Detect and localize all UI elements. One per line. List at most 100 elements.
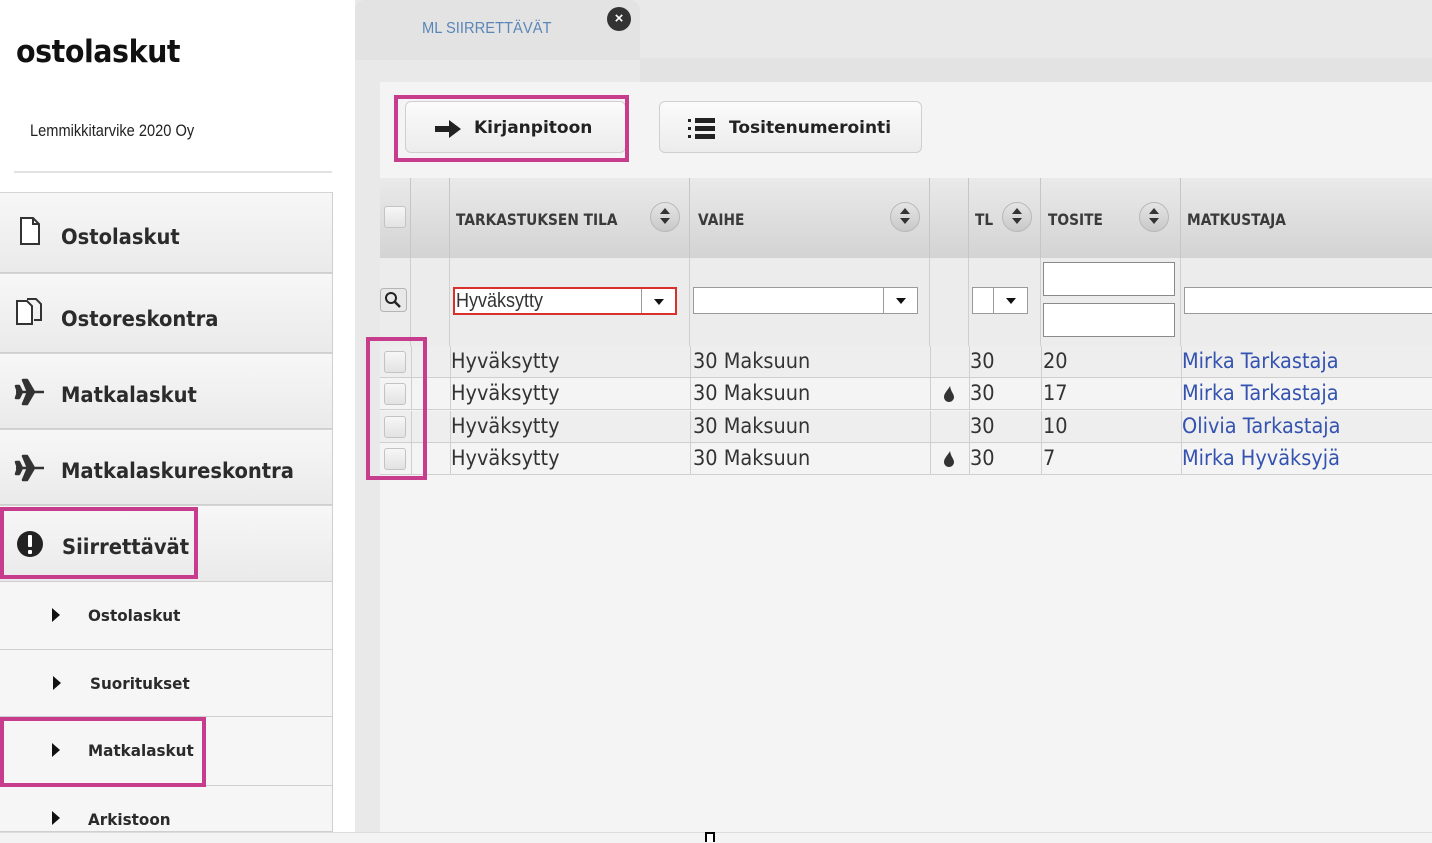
cell-matkustaja[interactable]: Olivia Tarkastaja bbox=[1182, 414, 1340, 438]
drop-icon bbox=[944, 386, 954, 402]
column-label: TARKASTUKSEN TILA bbox=[456, 210, 618, 229]
filter-cell bbox=[1181, 258, 1432, 346]
caret-right-icon bbox=[52, 608, 60, 622]
cell-matkustaja[interactable]: Mirka Tarkastaja bbox=[1182, 349, 1339, 373]
nav-item-matkalaskureskontra[interactable]: Matkalaskureskontra bbox=[0, 429, 333, 505]
cell-divider bbox=[930, 411, 931, 443]
sort-icon[interactable] bbox=[650, 202, 680, 232]
cell-tosite: 20 bbox=[1043, 349, 1068, 373]
column-label: TOSITE bbox=[1048, 210, 1103, 229]
tab-label: ML SIIRRETTÄVÄT bbox=[422, 20, 552, 37]
button-label: Tositenumerointi bbox=[729, 118, 892, 138]
row-checkbox[interactable] bbox=[384, 448, 406, 470]
tositenumerointi-button[interactable]: Tositenumerointi bbox=[659, 101, 922, 153]
vaihe-filter-select[interactable] bbox=[693, 287, 918, 314]
documents-icon bbox=[16, 298, 42, 325]
cell-divider bbox=[1041, 378, 1042, 410]
subnav-label: Arkistoon bbox=[88, 810, 171, 829]
arrow-right-icon bbox=[435, 120, 461, 138]
row-checkbox[interactable] bbox=[384, 351, 406, 373]
column-label: VAIHE bbox=[698, 210, 745, 229]
filter-cell bbox=[1041, 258, 1181, 346]
filter-cell bbox=[380, 258, 411, 346]
cell-divider bbox=[930, 378, 931, 410]
cell-divider bbox=[1041, 346, 1042, 378]
cell-matkustaja[interactable]: Mirka Tarkastaja bbox=[1182, 381, 1339, 405]
table-row[interactable]: Hyväksytty 30 Maksuun 30 10 Olivia Tarkastaj… bbox=[380, 411, 1432, 443]
header-spacer bbox=[930, 178, 969, 258]
cell-vaihe: 30 Maksuun bbox=[693, 446, 811, 470]
cell-divider bbox=[690, 443, 691, 475]
subnav-item-arkistoon[interactable]: Arkistoon bbox=[0, 786, 333, 832]
filter-row: Hyväksytty bbox=[380, 258, 1432, 347]
grid-header: TARKASTUKSEN TILA VAIHE TL TOSITE MATKUS… bbox=[380, 178, 1432, 259]
nav-label: Matkalaskureskontra bbox=[61, 459, 294, 483]
subnav-item-ostolaskut[interactable]: Ostolaskut bbox=[0, 582, 333, 650]
sort-icon[interactable] bbox=[890, 202, 920, 232]
matkustaja-filter-input[interactable] bbox=[1184, 287, 1432, 314]
nav-item-siirrettavat[interactable]: Siirrettävät bbox=[0, 505, 333, 582]
nav-label: Matkalaskut bbox=[61, 383, 197, 407]
cell-divider bbox=[1041, 411, 1042, 443]
cell-tila: Hyväksytty bbox=[451, 446, 560, 470]
tosite-from-input[interactable] bbox=[1043, 262, 1175, 296]
cell-divider bbox=[930, 346, 931, 378]
mouse-cursor bbox=[705, 832, 715, 842]
select-all-cell bbox=[380, 178, 411, 258]
nav-item-matkalaskut[interactable]: Matkalaskut bbox=[0, 353, 333, 429]
nav-item-ostolaskut[interactable]: Ostolaskut bbox=[0, 192, 333, 273]
cell-tila: Hyväksytty bbox=[451, 349, 560, 373]
app-title: ostolaskut bbox=[16, 34, 181, 70]
cell-vaihe: 30 Maksuun bbox=[693, 381, 811, 405]
caret-right-icon bbox=[52, 743, 60, 757]
cell-divider bbox=[411, 443, 412, 475]
column-label: TL bbox=[975, 210, 994, 229]
status-bar bbox=[0, 832, 1432, 843]
sort-icon[interactable] bbox=[1002, 202, 1032, 232]
column-header-tosite[interactable]: TOSITE bbox=[1041, 178, 1181, 258]
search-icon[interactable] bbox=[380, 288, 407, 312]
kirjanpitoon-button[interactable]: Kirjanpitoon bbox=[405, 101, 626, 153]
cell-tl: 30 bbox=[970, 446, 995, 470]
row-checkbox[interactable] bbox=[384, 383, 406, 405]
divider bbox=[14, 171, 332, 173]
tosite-to-input[interactable] bbox=[1043, 303, 1175, 337]
button-label: Kirjanpitoon bbox=[474, 118, 593, 138]
header-spacer bbox=[411, 178, 450, 258]
nav-label: Ostolaskut bbox=[61, 225, 180, 249]
cell-divider bbox=[690, 411, 691, 443]
cell-tosite: 10 bbox=[1043, 414, 1068, 438]
cell-divider bbox=[690, 378, 691, 410]
column-header-tl[interactable]: TL bbox=[969, 178, 1041, 258]
airplane-icon bbox=[14, 378, 44, 406]
sort-icon[interactable] bbox=[1139, 202, 1169, 232]
table-row[interactable]: Hyväksytty 30 Maksuun 30 20 Mirka Tarkastaja bbox=[380, 346, 1432, 378]
table-row[interactable]: Hyväksytty 30 Maksuun 30 7 Mirka Hyväksyjä bbox=[380, 443, 1432, 475]
cell-vaihe: 30 Maksuun bbox=[693, 414, 811, 438]
subnav-item-suoritukset[interactable]: Suoritukset bbox=[0, 650, 333, 717]
cell-tila: Hyväksytty bbox=[451, 414, 560, 438]
tila-filter-select[interactable]: Hyväksytty bbox=[453, 287, 677, 315]
select-value: Hyväksytty bbox=[456, 290, 544, 312]
filter-cell bbox=[690, 258, 930, 346]
close-icon[interactable]: × bbox=[607, 7, 631, 31]
drop-icon bbox=[944, 451, 954, 467]
tab-ml-siirrettavat[interactable]: ML SIIRRETTÄVÄT × bbox=[355, 0, 640, 60]
column-header-tila[interactable]: TARKASTUKSEN TILA bbox=[450, 178, 690, 258]
filter-cell bbox=[930, 258, 969, 346]
select-all-checkbox[interactable] bbox=[384, 206, 406, 228]
column-header-matkustaja[interactable]: MATKUSTAJA bbox=[1181, 178, 1432, 258]
table-row[interactable]: Hyväksytty 30 Maksuun 30 17 Mirka Tarkastaja bbox=[380, 378, 1432, 410]
nav-item-ostoreskontra[interactable]: Ostoreskontra bbox=[0, 273, 333, 353]
content-area: Kirjanpitoon Tositenumerointi TARKASTUKS… bbox=[380, 82, 1432, 832]
caret-right-icon bbox=[52, 811, 60, 825]
cell-matkustaja[interactable]: Mirka Hyväksyjä bbox=[1182, 446, 1340, 470]
tl-filter-select[interactable] bbox=[972, 287, 1028, 314]
tab-bar bbox=[640, 58, 1432, 82]
caret-right-icon bbox=[53, 676, 61, 690]
cell-divider bbox=[411, 378, 412, 410]
column-header-vaihe[interactable]: VAIHE bbox=[690, 178, 930, 258]
cell-divider bbox=[690, 346, 691, 378]
row-checkbox[interactable] bbox=[384, 416, 406, 438]
subnav-item-matkalaskut[interactable]: Matkalaskut bbox=[0, 717, 333, 786]
